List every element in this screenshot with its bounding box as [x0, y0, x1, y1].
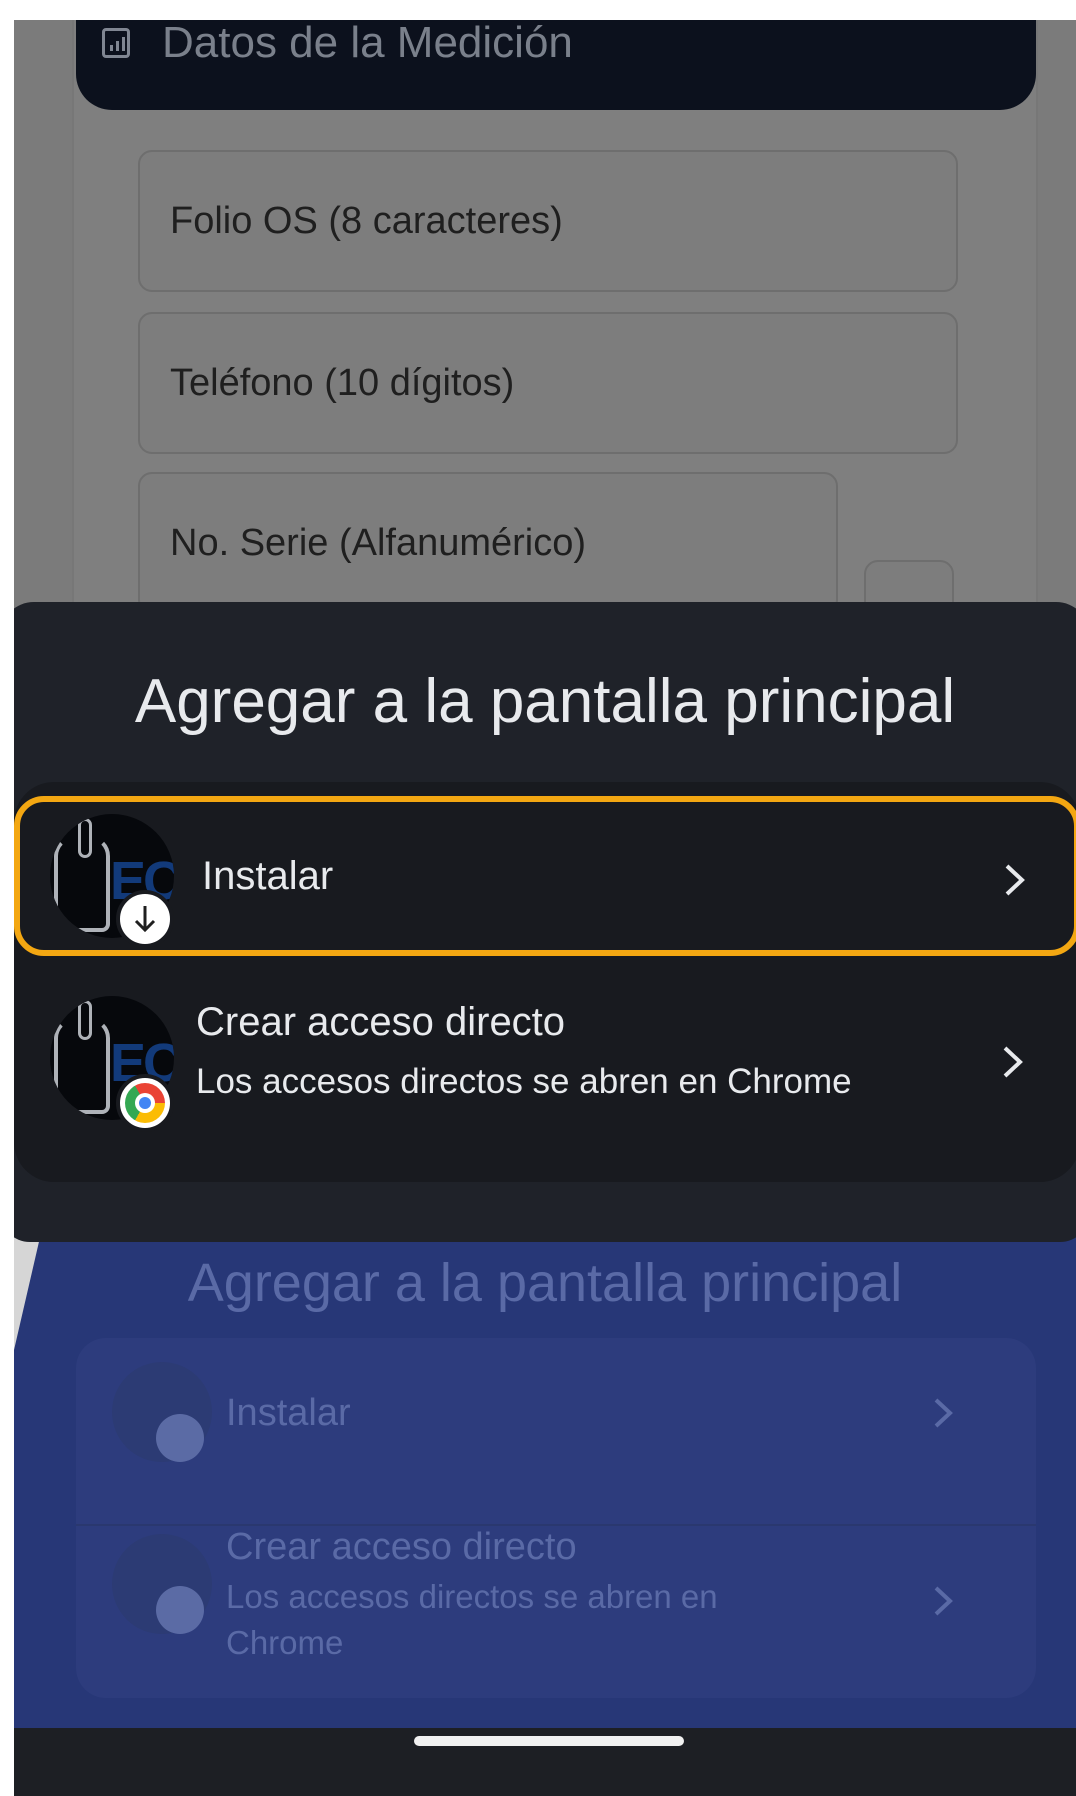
chevron-right-icon — [1003, 1046, 1023, 1078]
form-header-title: Datos de la Medición — [162, 20, 573, 67]
shortcut-label: Crear acceso directo — [196, 1000, 566, 1044]
chevron-right-icon — [1005, 864, 1025, 896]
phone-field[interactable] — [138, 312, 958, 454]
ghost-option-subtitle: Los accesos directos se abren en Chrome — [226, 1578, 718, 1661]
serial-input[interactable] — [170, 474, 930, 612]
download-icon — [116, 890, 174, 948]
ghost-sheet-title: Agregar a la pantalla principal — [187, 1253, 903, 1313]
app-logo-mark — [54, 1000, 110, 1114]
options-panel: ECD Instalar ECD — [14, 782, 1076, 1182]
ghost-chevron-right-icon — [934, 1586, 953, 1616]
phone-input[interactable] — [170, 314, 930, 452]
home-gesture-pill[interactable] — [414, 1736, 684, 1746]
ghost-options-panel: Instalar Crear acceso directo Los acceso… — [76, 1338, 1036, 1698]
ghost-option-label: Crear acceso directo — [226, 1526, 577, 1568]
folio-input[interactable] — [170, 152, 930, 290]
sheet-title: Agregar a la pantalla principal — [134, 667, 956, 736]
ghost-download-icon — [156, 1414, 204, 1462]
ghost-sheet: Agregar a la pantalla principal Instalar… — [14, 1220, 1076, 1748]
ghost-option-install: Instalar — [76, 1352, 1036, 1512]
chart-icon — [102, 28, 130, 58]
add-to-home-sheet: Agregar a la pantalla principal ECD Inst… — [14, 602, 1076, 1242]
system-nav-bar — [14, 1728, 1076, 1796]
ghost-chevron-right-icon — [934, 1398, 953, 1428]
ghost-option-shortcut: Crear acceso directo Los accesos directo… — [76, 1524, 1036, 1684]
shortcut-option[interactable]: ECD Crear acceso directo Los accesos dir… — [14, 970, 1076, 1150]
install-label: Instalar — [202, 854, 334, 898]
screen: Datos de la Medición Agregar a la pantal… — [14, 20, 1076, 1796]
folio-field[interactable] — [138, 150, 958, 292]
shortcut-subtitle: Los accesos directos se abren en Chrome — [196, 1062, 852, 1101]
serial-field[interactable] — [138, 472, 930, 614]
install-option[interactable]: ECD Instalar — [14, 796, 1076, 956]
app-logo-mark — [54, 818, 110, 932]
form-header: Datos de la Medición — [76, 20, 1036, 110]
ghost-chrome-icon — [156, 1586, 204, 1634]
ghost-option-label: Instalar — [226, 1392, 351, 1434]
chrome-icon — [116, 1074, 174, 1132]
